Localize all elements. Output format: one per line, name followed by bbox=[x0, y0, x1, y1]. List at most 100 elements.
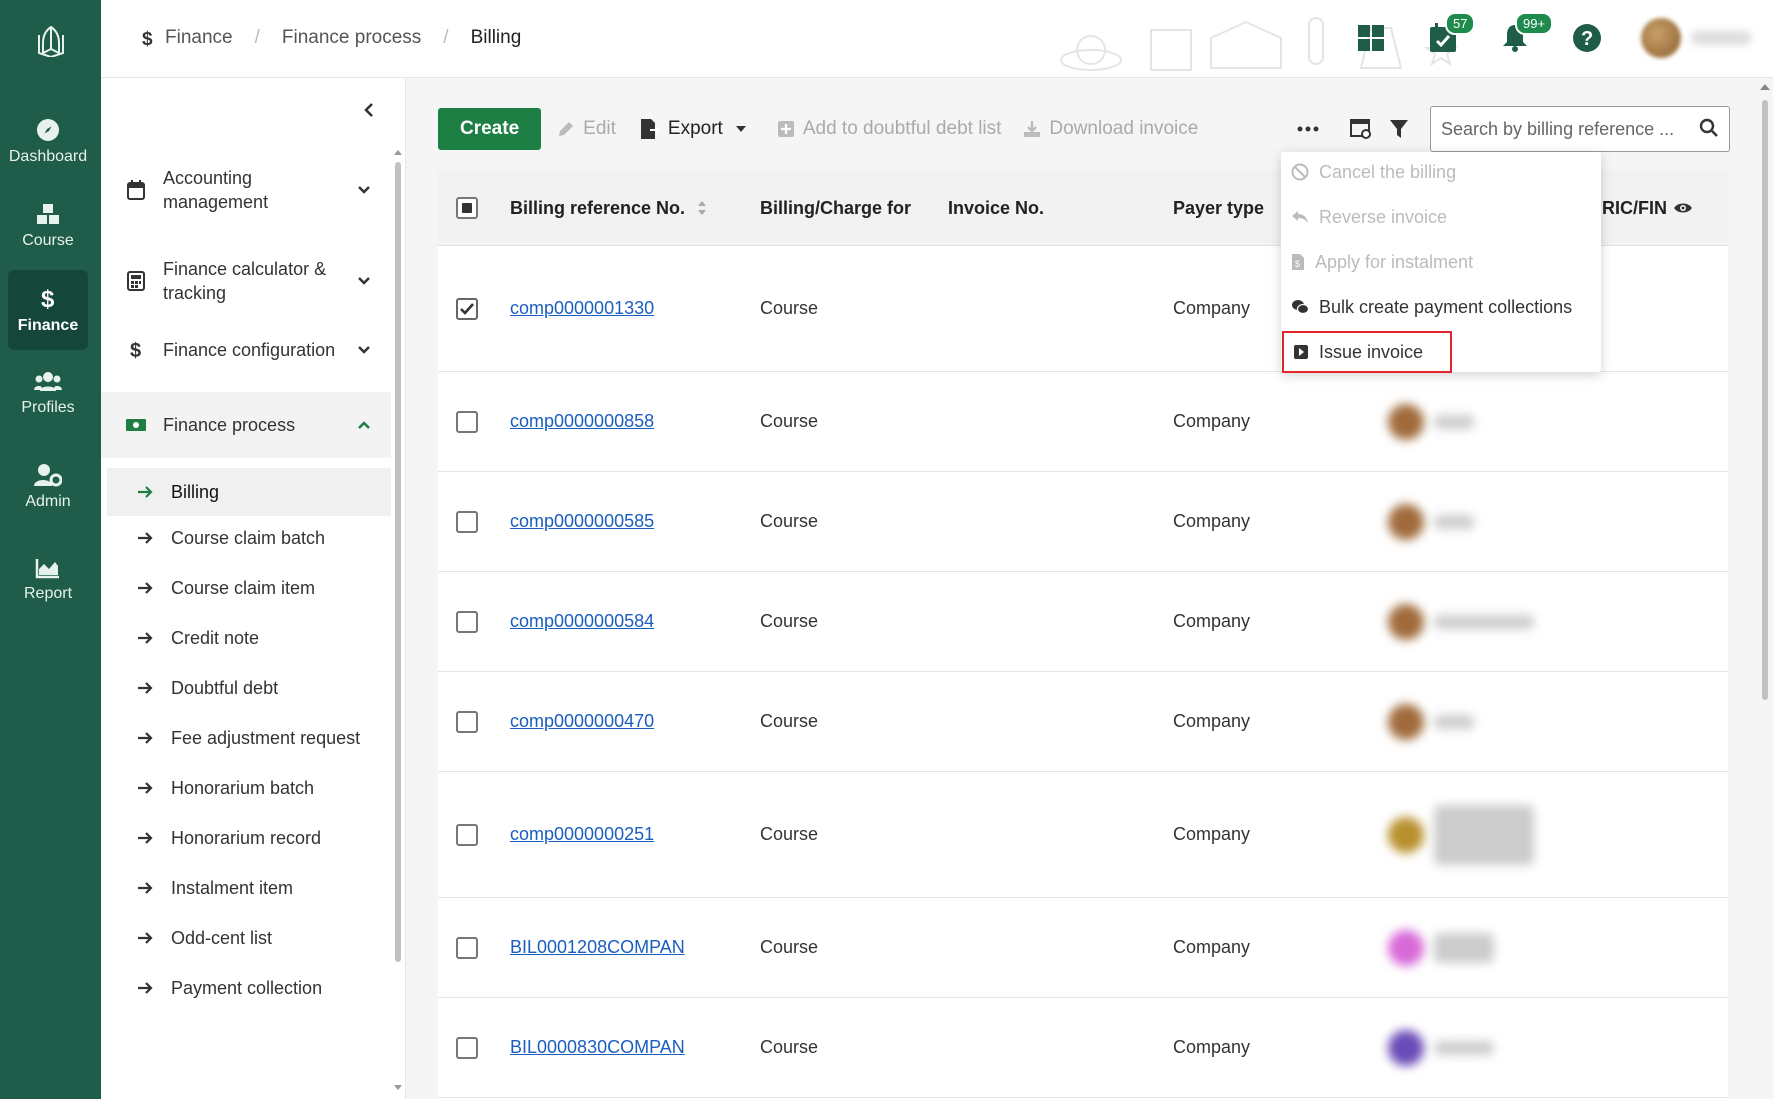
column-header-ref[interactable]: Billing reference No. bbox=[510, 170, 707, 246]
sub-item-course-claim-item[interactable]: Course claim item bbox=[107, 564, 391, 612]
row-checkbox[interactable] bbox=[456, 936, 478, 959]
rail-item-profiles[interactable]: Profiles bbox=[8, 354, 88, 434]
sub-item-credit-note[interactable]: Credit note bbox=[107, 614, 391, 662]
row-checkbox[interactable] bbox=[456, 410, 478, 433]
menu-group-label: Finance calculator & tracking bbox=[163, 259, 327, 303]
breadcrumb-finance-process[interactable]: Finance process bbox=[282, 27, 421, 49]
table-row[interactable]: comp0000000251 Course Company bbox=[438, 772, 1728, 898]
column-header-invoice[interactable]: Invoice No. bbox=[948, 170, 1044, 246]
row-checkbox[interactable] bbox=[456, 510, 478, 533]
menu-item-reverse-invoice[interactable]: Reverse invoice bbox=[1291, 197, 1447, 237]
svg-text:$: $ bbox=[41, 286, 55, 311]
user-menu[interactable] bbox=[1623, 0, 1773, 76]
column-header-payer-type[interactable]: Payer type bbox=[1173, 170, 1264, 246]
main-scrollbar[interactable] bbox=[1759, 78, 1771, 1099]
notifications-button[interactable]: 99+ bbox=[1479, 0, 1554, 76]
menu-item-bulk-create-payment-collections[interactable]: Bulk create payment collections bbox=[1291, 287, 1572, 327]
sidebar-scrollbar[interactable] bbox=[394, 148, 402, 1098]
sub-item-instalment-item[interactable]: Instalment item bbox=[107, 864, 391, 912]
download-invoice-button[interactable]: Download invoice bbox=[1023, 108, 1198, 150]
search-input[interactable] bbox=[1441, 118, 1687, 140]
menu-group-label: Finance process bbox=[163, 415, 296, 435]
column-settings-button[interactable] bbox=[1346, 108, 1376, 150]
menu-group-finance-configuration[interactable]: $ Finance configuration bbox=[101, 326, 391, 374]
table-row[interactable]: BIL0000830COMPAN Course Company bbox=[438, 998, 1728, 1098]
sub-item-payment-collection[interactable]: Payment collection bbox=[107, 964, 391, 1012]
menu-item-cancel-billing[interactable]: Cancel the billing bbox=[1291, 152, 1456, 192]
sub-item-honorarium-batch[interactable]: Honorarium batch bbox=[107, 764, 391, 812]
rail-item-dashboard[interactable]: Dashboard bbox=[8, 102, 88, 182]
sub-item-honorarium-record[interactable]: Honorarium record bbox=[107, 814, 391, 862]
menu-group-finance-process[interactable]: Finance process bbox=[101, 392, 391, 458]
rail-label-dashboard: Dashboard bbox=[8, 148, 88, 165]
table-row[interactable]: comp0000000470 Course Company bbox=[438, 672, 1728, 772]
rail-item-finance[interactable]: $ Finance bbox=[8, 270, 88, 350]
sub-item-label: Honorarium batch bbox=[171, 777, 315, 798]
svg-text:?: ? bbox=[1581, 28, 1593, 50]
billing-ref-link[interactable]: comp0000000470 bbox=[510, 711, 654, 732]
table-row[interactable]: comp0000000858 Course Company bbox=[438, 372, 1728, 472]
arrow-right-icon bbox=[137, 781, 153, 795]
sub-item-billing[interactable]: Billing bbox=[107, 468, 391, 516]
menu-item-issue-invoice[interactable]: Issue invoice bbox=[1282, 331, 1452, 373]
create-button[interactable]: Create bbox=[438, 108, 542, 150]
rail-item-report[interactable]: Report bbox=[8, 540, 88, 620]
sub-item-doubtful-debt[interactable]: Doubtful debt bbox=[107, 664, 391, 712]
scroll-up-icon bbox=[1760, 84, 1770, 90]
export-button[interactable]: Export bbox=[640, 108, 755, 150]
avatar bbox=[1388, 1029, 1424, 1066]
menu-group-accounting-management[interactable]: Accounting management bbox=[101, 152, 391, 228]
row-checkbox[interactable] bbox=[456, 823, 478, 846]
main-scroll-thumb[interactable] bbox=[1762, 100, 1768, 700]
column-header-charge-for[interactable]: Billing/Charge for bbox=[760, 170, 911, 246]
more-actions-button[interactable] bbox=[1290, 108, 1326, 150]
apps-grid-button[interactable] bbox=[1335, 0, 1407, 76]
sub-item-label: Odd-cent list bbox=[171, 927, 273, 948]
payer-blurred-cell bbox=[1388, 672, 1474, 771]
tasks-button[interactable]: 57 bbox=[1407, 0, 1479, 76]
billing-ref-link[interactable]: BIL0001208COMPAN bbox=[510, 937, 685, 958]
chevron-up-icon bbox=[353, 420, 375, 430]
rail-item-course[interactable]: Course bbox=[8, 186, 88, 266]
eye-icon[interactable] bbox=[1673, 201, 1693, 215]
table-row[interactable]: comp0000000585 Course Company bbox=[438, 472, 1728, 572]
payer-blurred-cell bbox=[1388, 998, 1494, 1097]
menu-item-apply-instalment[interactable]: $ Apply for instalment bbox=[1291, 242, 1473, 282]
scroll-down-icon bbox=[394, 1085, 402, 1090]
billing-ref-link[interactable]: comp0000000858 bbox=[510, 411, 654, 432]
select-all-checkbox[interactable] bbox=[456, 197, 478, 219]
row-checkbox[interactable] bbox=[456, 710, 478, 733]
column-header-nric[interactable]: RIC/FIN bbox=[1602, 170, 1693, 246]
breadcrumb-finance[interactable]: Finance bbox=[165, 27, 233, 49]
rail-item-admin[interactable]: Admin bbox=[8, 447, 88, 527]
collapse-sidebar-button[interactable] bbox=[357, 98, 381, 122]
billing-ref-link[interactable]: comp0000000251 bbox=[510, 824, 654, 845]
sub-item-fee-adjustment-request[interactable]: Fee adjustment request bbox=[107, 714, 391, 762]
sidebar-scroll-thumb[interactable] bbox=[395, 162, 401, 962]
row-checkbox[interactable] bbox=[456, 1036, 478, 1059]
menu-item-label: Reverse invoice bbox=[1319, 206, 1448, 227]
search-icon[interactable] bbox=[1699, 118, 1719, 138]
row-select-cell bbox=[456, 572, 478, 671]
grid-icon bbox=[1358, 25, 1384, 51]
charge-for-cell: Course bbox=[760, 711, 819, 731]
billing-ref-link[interactable]: comp0000000584 bbox=[510, 611, 654, 632]
sort-icon[interactable] bbox=[697, 199, 707, 217]
help-button[interactable]: ? bbox=[1551, 0, 1623, 76]
menu-group-finance-calculator[interactable]: Finance calculator & tracking bbox=[101, 243, 391, 319]
billing-ref-link[interactable]: BIL0000830COMPAN bbox=[510, 1037, 685, 1058]
filter-button[interactable] bbox=[1384, 108, 1414, 150]
sub-item-course-claim-batch[interactable]: Course claim batch bbox=[107, 514, 391, 562]
sub-item-odd-cent-list[interactable]: Odd-cent list bbox=[107, 914, 391, 962]
row-checkbox[interactable] bbox=[456, 610, 478, 633]
add-to-doubtful-debt-button[interactable]: Add to doubtful debt list bbox=[777, 108, 1001, 150]
row-checkbox[interactable] bbox=[456, 297, 478, 320]
arrow-right-icon bbox=[137, 931, 153, 945]
table-row[interactable]: comp0000000584 Course Company bbox=[438, 572, 1728, 672]
edit-button[interactable]: Edit bbox=[557, 108, 616, 150]
menu-group-label: Accounting management bbox=[163, 168, 269, 212]
billing-ref-link[interactable]: comp0000001330 bbox=[510, 298, 654, 319]
billing-ref-link[interactable]: comp0000000585 bbox=[510, 511, 654, 532]
table-row[interactable]: BIL0001208COMPAN Course Company bbox=[438, 898, 1728, 998]
app-logo[interactable] bbox=[0, 0, 101, 80]
